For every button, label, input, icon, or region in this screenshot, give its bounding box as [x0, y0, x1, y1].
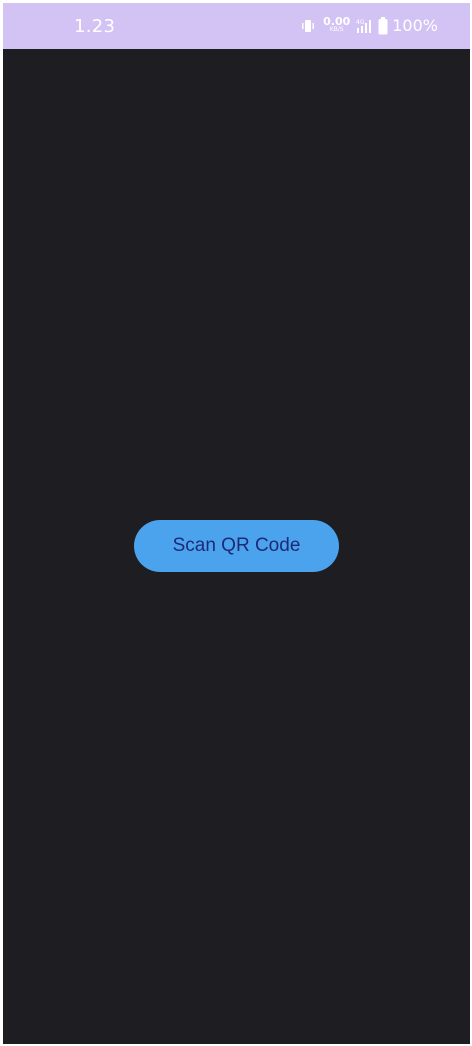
network-speed-value: 0.00: [323, 14, 351, 28]
app-screen: 1.23 0.00 KB/S 4G 100% Scan QR Code: [3, 3, 470, 1044]
status-icons: 0.00 KB/S 4G 100%: [301, 16, 438, 35]
scan-qr-code-button[interactable]: Scan QR Code: [134, 520, 339, 572]
vibrate-icon: [301, 19, 315, 33]
network-speed: 0.00 KB/S: [323, 14, 351, 34]
battery-icon: [378, 16, 388, 35]
status-bar: 1.23 0.00 KB/S 4G 100%: [3, 3, 470, 49]
network-speed-unit: KB/S: [329, 25, 344, 33]
battery-percentage: 100%: [392, 16, 438, 35]
network-type-label: 4G: [356, 19, 365, 26]
signal-icon: 4G: [356, 18, 372, 34]
status-time: 1.23: [74, 16, 116, 37]
